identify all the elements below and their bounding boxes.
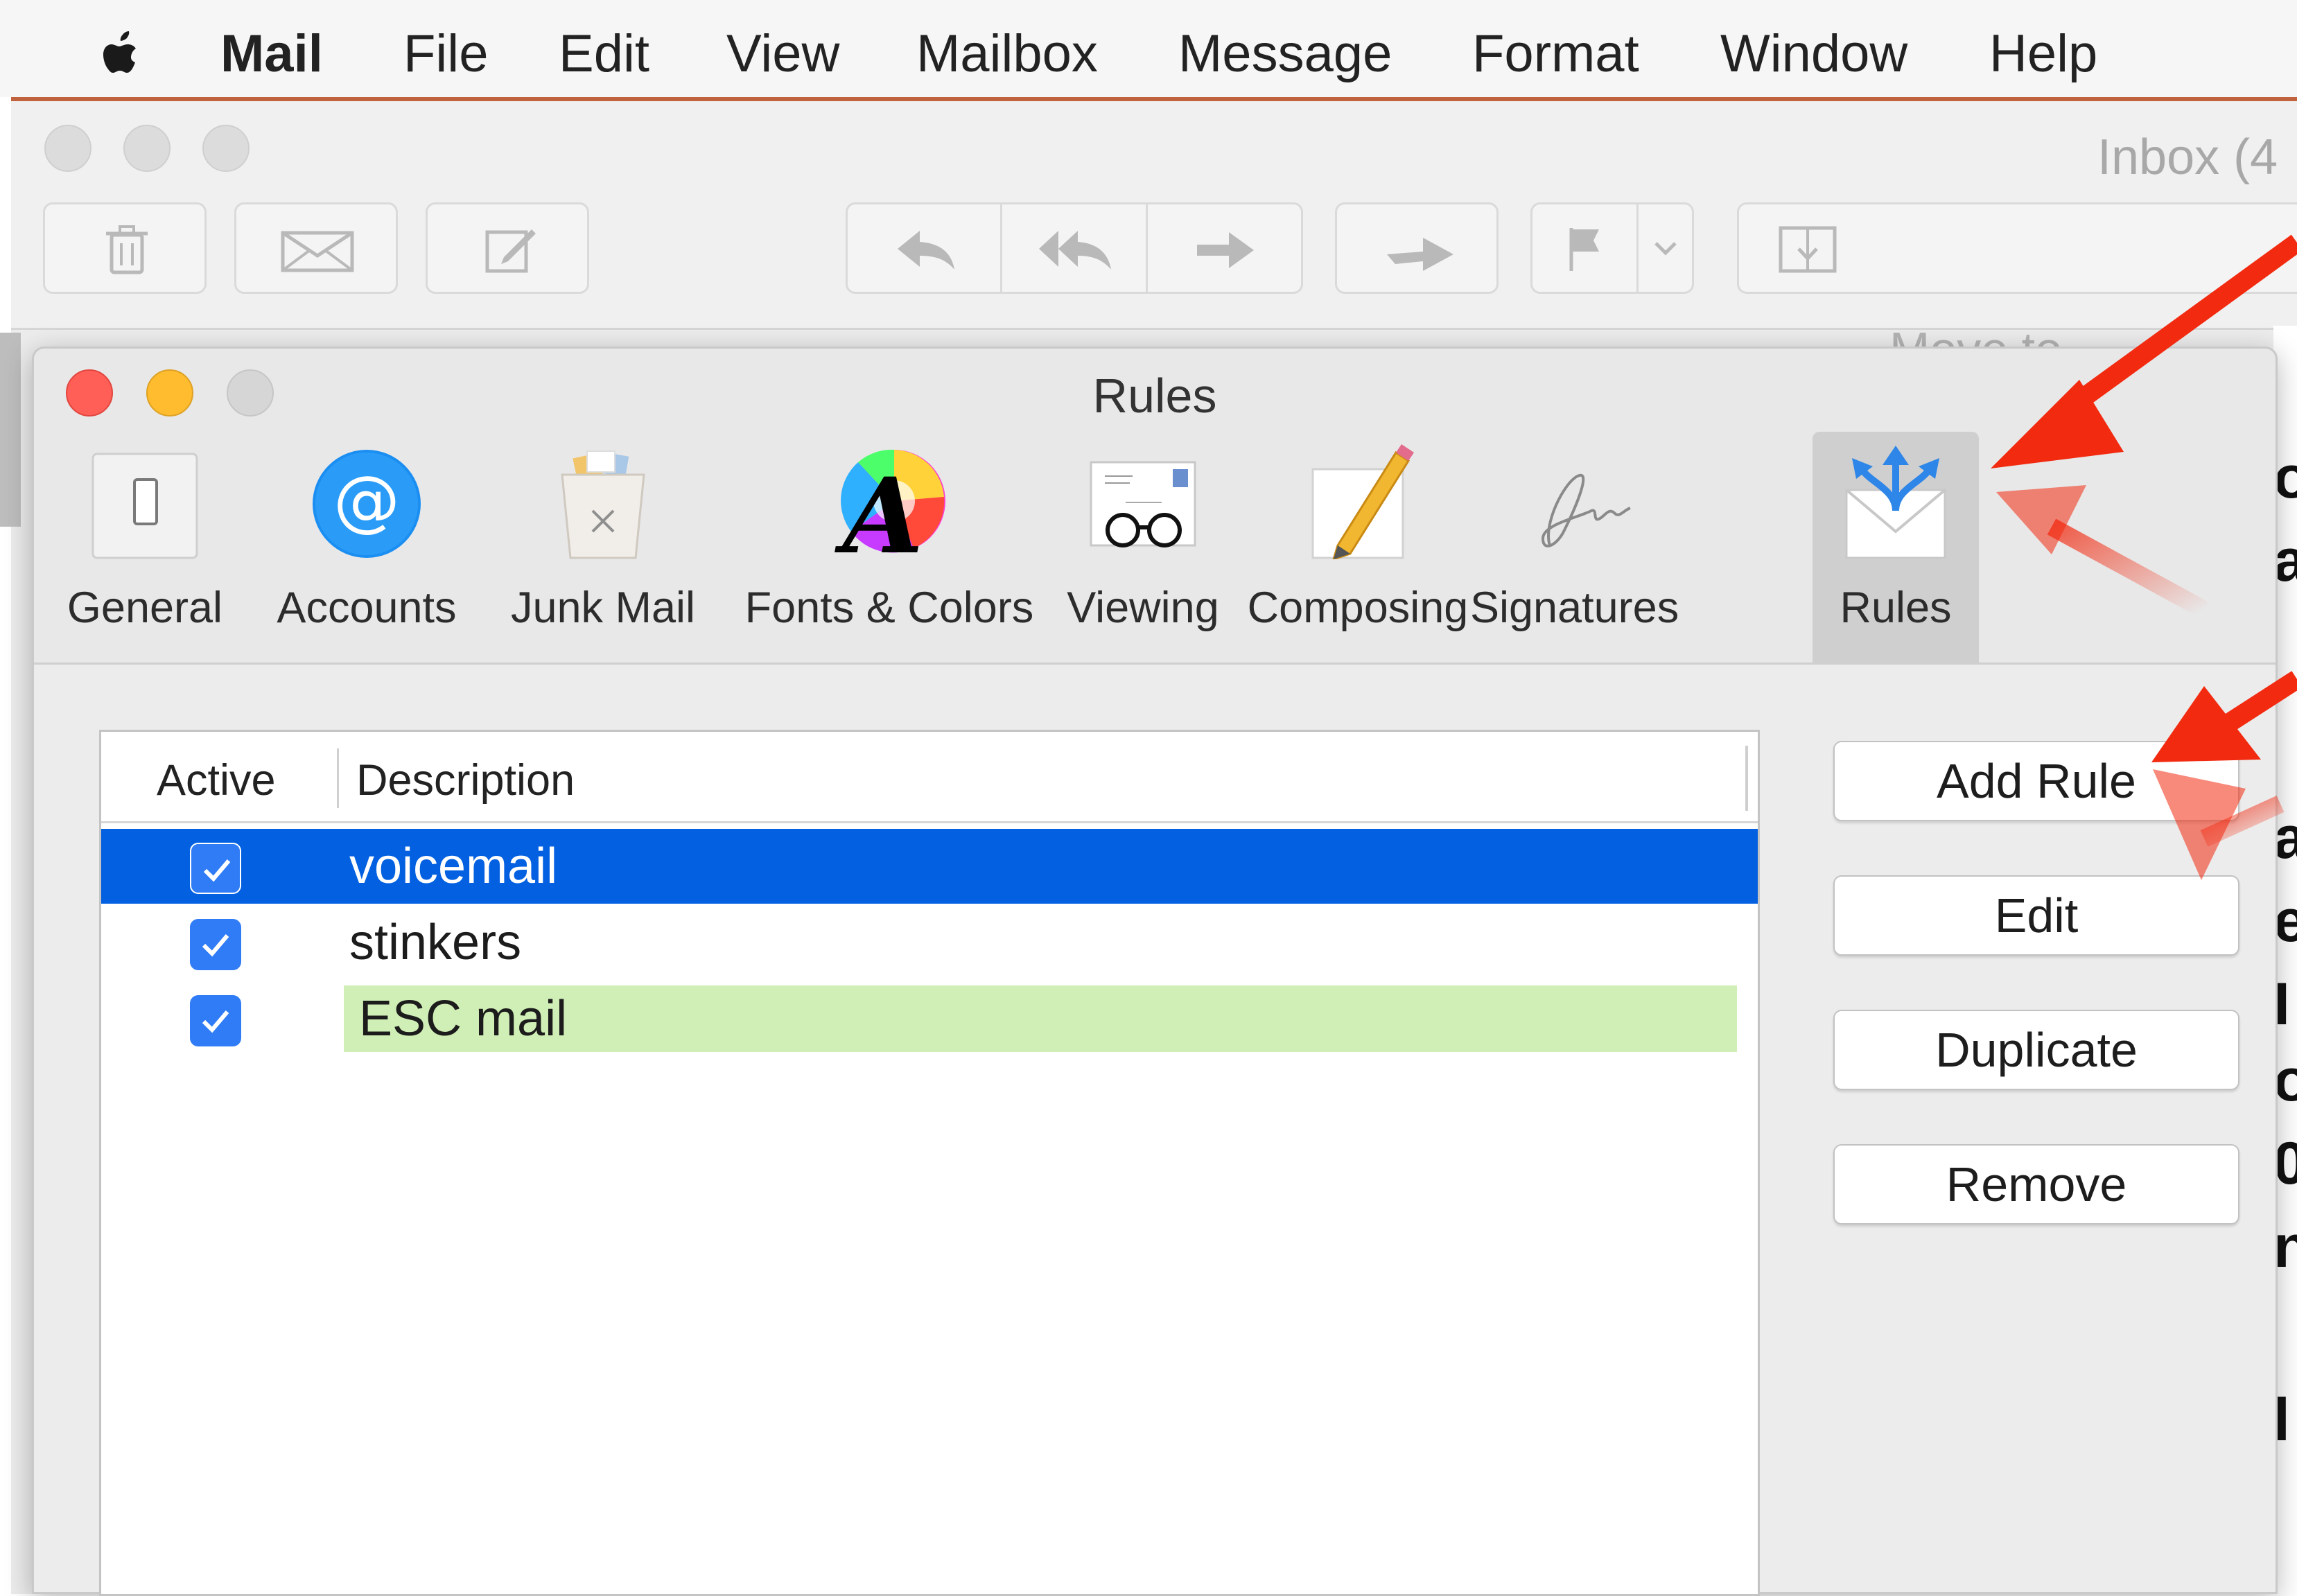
menu-view[interactable]: View xyxy=(726,28,839,80)
flag-button[interactable] xyxy=(1530,202,1694,294)
close-button-inactive[interactable] xyxy=(44,125,91,172)
reply-icon[interactable] xyxy=(895,228,957,272)
rules-table: Active Description voicemail stinkers ES… xyxy=(99,730,1760,1596)
sidebar-edge xyxy=(0,333,21,527)
move-to-button[interactable] xyxy=(1737,202,2297,294)
apple-logo-icon[interactable] xyxy=(94,29,148,83)
tab-label: Fonts & Colors xyxy=(744,584,1034,632)
active-checkbox[interactable] xyxy=(190,995,241,1046)
redirect-button[interactable] xyxy=(1335,202,1499,294)
tab-junk-mail[interactable]: Junk Mail xyxy=(503,432,704,663)
menu-bar: Mail File Edit View Mailbox Message Form… xyxy=(0,0,2297,97)
tab-viewing[interactable]: Viewing xyxy=(1060,432,1226,663)
get-mail-button[interactable] xyxy=(234,202,398,294)
column-header-active[interactable]: Active xyxy=(157,755,276,805)
glasses-envelope-icon xyxy=(1090,461,1196,547)
table-header: Active Description xyxy=(101,732,1758,823)
preferences-toolbar: Rules General @ Accounts Junk Mail A Fon… xyxy=(34,349,2276,665)
tab-label: General xyxy=(67,584,223,632)
compose-icon xyxy=(485,229,536,273)
column-header-description[interactable]: Description xyxy=(356,755,575,805)
checkmark-icon xyxy=(203,859,231,882)
window-title: Rules xyxy=(1092,369,1217,423)
menu-help[interactable]: Help xyxy=(1989,28,2097,80)
reply-all-icon[interactable] xyxy=(1038,228,1114,272)
table-row[interactable]: stinkers xyxy=(101,905,1758,980)
mail-toolbar: Inbox (4 xyxy=(11,101,2297,330)
edit-button[interactable]: Edit xyxy=(1833,875,2239,956)
tab-rules[interactable]: Rules xyxy=(1813,432,1979,663)
at-sign-icon: @ xyxy=(313,450,421,558)
svg-text:A: A xyxy=(835,455,923,559)
menu-format[interactable]: Format xyxy=(1472,28,1639,80)
zoom-button-inactive[interactable] xyxy=(202,125,250,172)
menu-mail[interactable]: Mail xyxy=(220,28,323,80)
trash-can-icon xyxy=(561,450,645,559)
column-divider xyxy=(1745,746,1748,811)
checkmark-icon xyxy=(202,1010,229,1033)
tab-composing[interactable]: Composing xyxy=(1247,432,1469,663)
move-to-icon xyxy=(1779,226,1837,273)
menu-file[interactable]: File xyxy=(403,28,488,80)
tab-label: Accounts xyxy=(277,584,457,632)
signature-icon xyxy=(1541,473,1631,547)
table-row[interactable]: ESC mail xyxy=(101,981,1758,1056)
tab-label: Junk Mail xyxy=(510,584,696,632)
tab-label: Viewing xyxy=(1067,584,1219,632)
menu-message[interactable]: Message xyxy=(1178,28,1392,80)
tab-label: Rules xyxy=(1840,584,1952,632)
delete-button[interactable] xyxy=(43,202,207,294)
menu-mailbox[interactable]: Mailbox xyxy=(916,28,1098,80)
active-checkbox[interactable] xyxy=(190,843,241,894)
active-checkbox[interactable] xyxy=(190,919,241,970)
column-divider[interactable] xyxy=(337,748,339,808)
rule-description: voicemail xyxy=(349,839,558,894)
reply-button-group xyxy=(846,202,1303,294)
checkmark-icon xyxy=(202,934,229,957)
remove-button[interactable]: Remove xyxy=(1833,1144,2239,1225)
table-row[interactable]: voicemail xyxy=(101,829,1758,904)
svg-text:@: @ xyxy=(333,462,400,539)
rule-description: stinkers xyxy=(349,915,522,970)
menu-edit[interactable]: Edit xyxy=(559,28,649,80)
pencil-paper-icon xyxy=(1311,444,1414,559)
tab-label: Signatures xyxy=(1470,584,1679,632)
add-rule-button[interactable]: Add Rule xyxy=(1833,741,2239,821)
rules-preferences-window: Rules General @ Accounts Junk Mail A Fon… xyxy=(32,347,2278,1596)
window-title: Inbox (4 xyxy=(2097,130,2278,185)
switch-icon xyxy=(91,453,198,559)
compose-button[interactable] xyxy=(426,202,589,294)
tab-label: Composing xyxy=(1247,584,1469,632)
tab-general[interactable]: General xyxy=(62,432,228,663)
trash-icon xyxy=(106,225,148,274)
flag-icon xyxy=(1569,228,1599,271)
menu-window[interactable]: Window xyxy=(1720,28,1907,80)
forward-icon[interactable] xyxy=(1194,229,1257,271)
rules-envelope-icon xyxy=(1845,446,1946,559)
duplicate-button[interactable]: Duplicate xyxy=(1833,1010,2239,1090)
tab-signatures[interactable]: Signatures xyxy=(1470,432,1679,663)
minimize-button-inactive[interactable] xyxy=(123,125,171,172)
tab-fonts-colors[interactable]: A Fonts & Colors xyxy=(730,432,1049,663)
tab-accounts[interactable]: @ Accounts xyxy=(263,432,471,663)
envelope-icon xyxy=(281,231,354,272)
font-color-wheel-icon: A xyxy=(835,449,945,559)
redirect-icon xyxy=(1387,238,1453,271)
chevron-down-icon xyxy=(1654,242,1677,256)
rule-description: ESC mail xyxy=(359,991,568,1046)
